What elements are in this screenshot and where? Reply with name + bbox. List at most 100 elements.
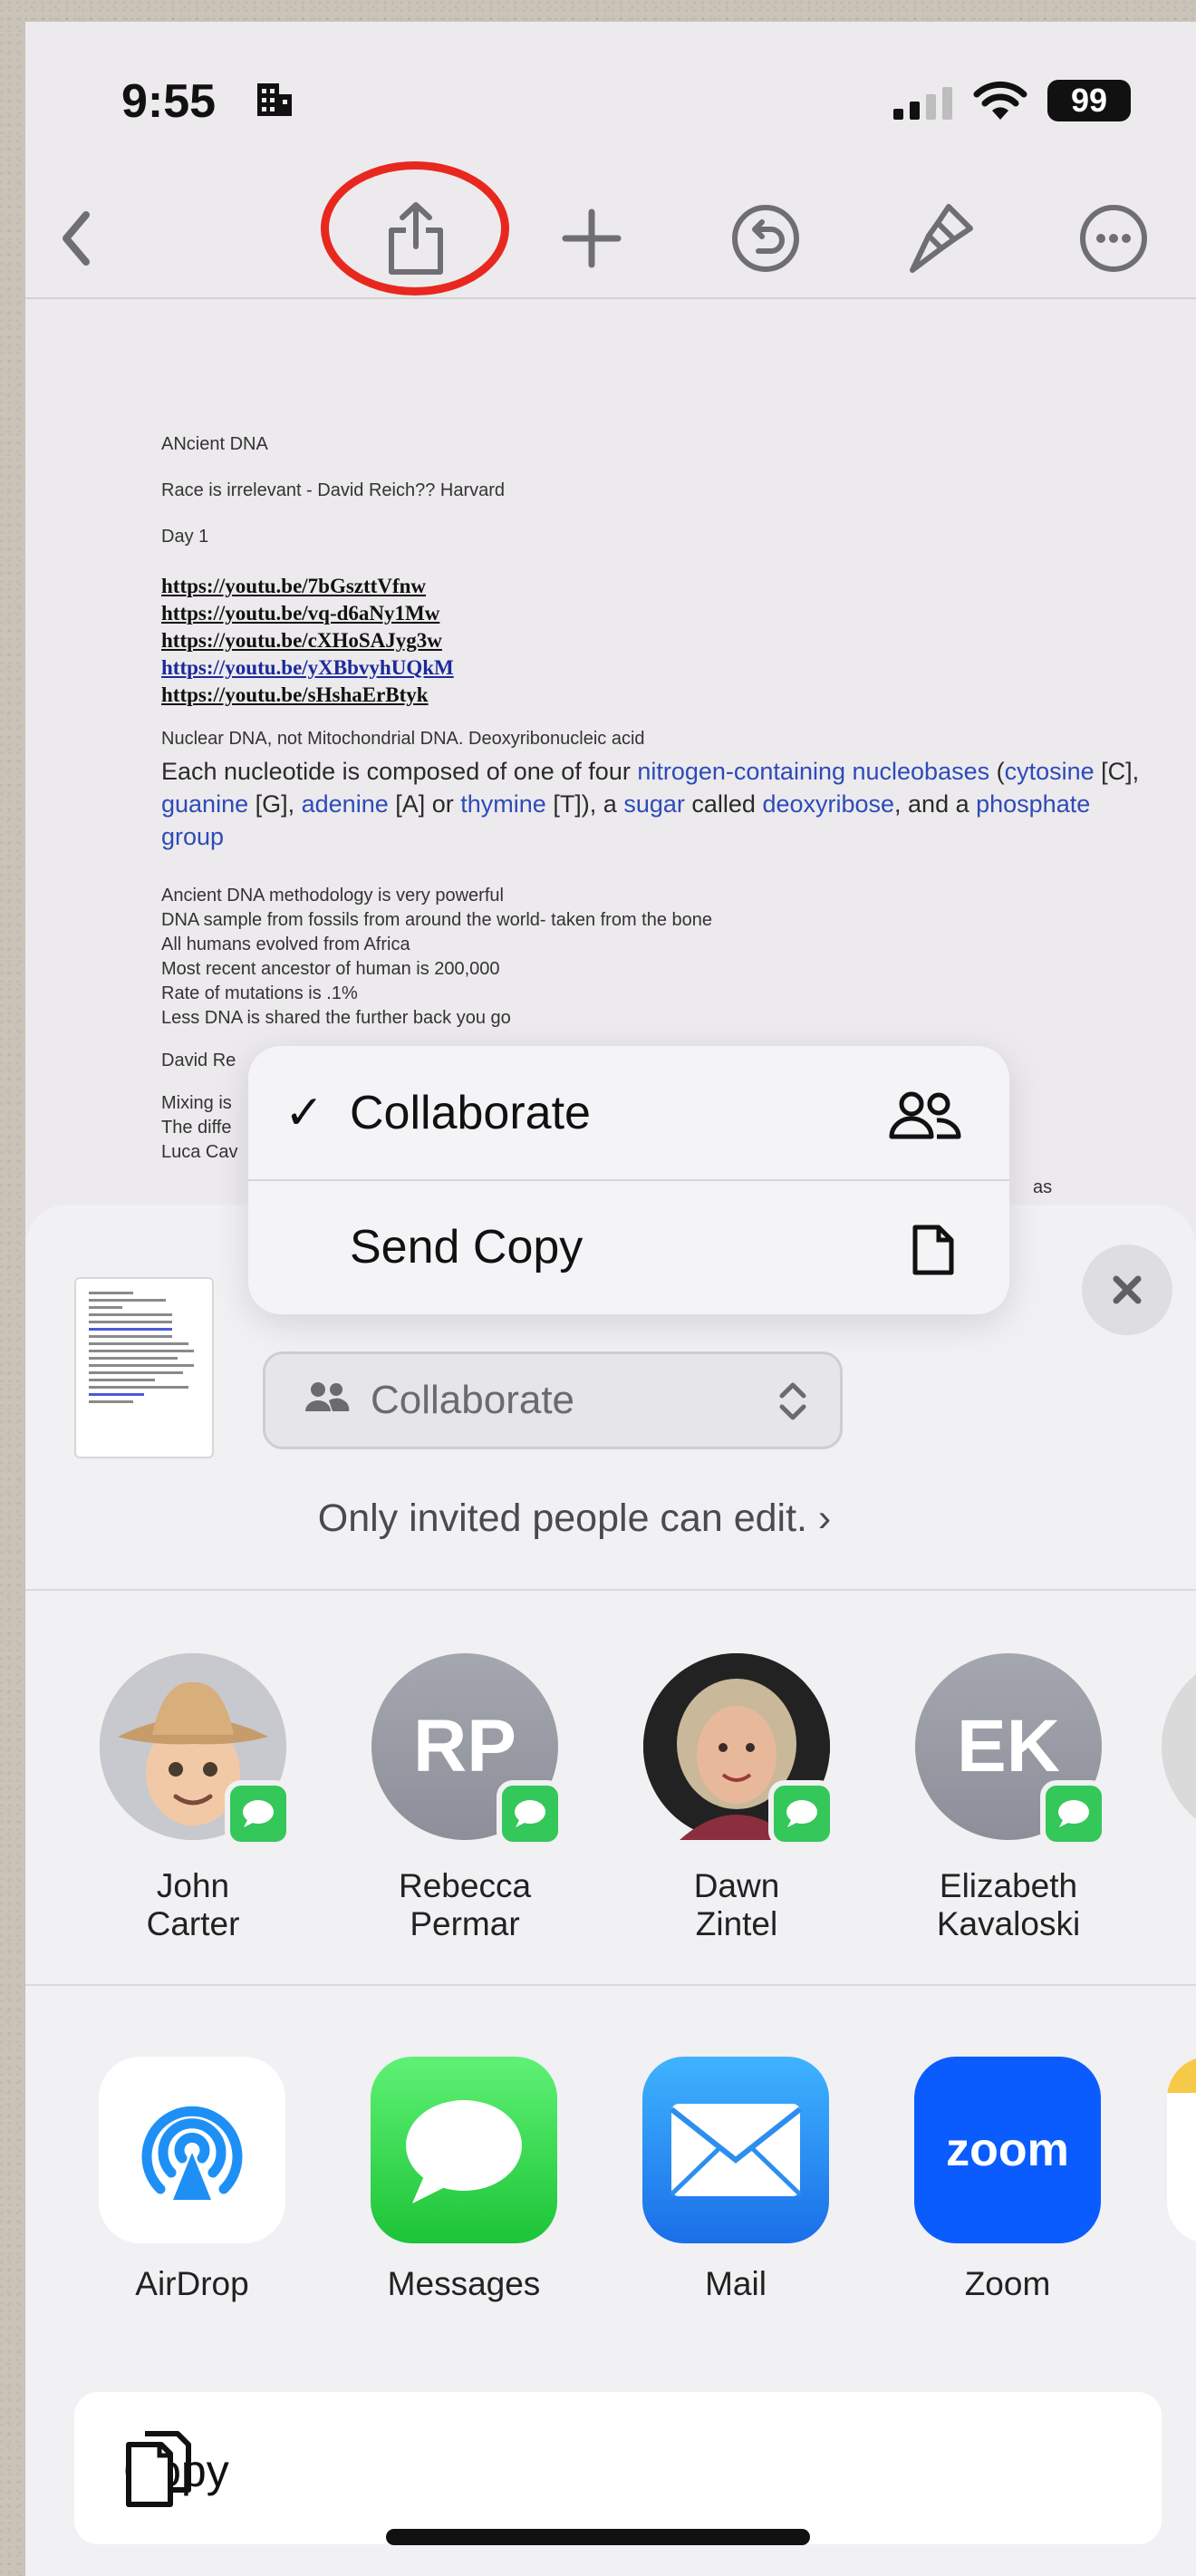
- text-run: , and a: [894, 790, 977, 818]
- list-item: Ancient DNA methodology is very powerful: [161, 886, 504, 905]
- people-icon: [886, 1089, 962, 1152]
- avatar-initials: RP: [413, 1705, 516, 1787]
- doc-link[interactable]: https://youtu.be/vq-d6aNy1Mw: [161, 600, 1158, 627]
- person-name: Elizabeth Kavaloski: [936, 1867, 1081, 1942]
- text-run: (: [989, 758, 1005, 785]
- menu-item-collaborate[interactable]: ✓ Collaborate: [248, 1046, 1009, 1180]
- battery-indicator: 99: [1047, 80, 1131, 121]
- paintbrush-icon: [910, 204, 973, 273]
- doc-paragraph: Each nucleotide is composed of one of fo…: [161, 755, 1158, 853]
- text-run: [A] or: [388, 790, 461, 818]
- document-icon: [911, 1224, 955, 1288]
- plus-icon: [562, 208, 622, 268]
- cellular-signal-icon: [893, 87, 957, 124]
- checkmark-icon: ✓: [285, 1087, 324, 1139]
- list-item: Less DNA is shared the further back you …: [161, 1008, 511, 1028]
- add-button[interactable]: [551, 198, 632, 279]
- doc-hyperlink[interactable]: cytosine: [1005, 758, 1095, 785]
- app-label: AirDrop: [135, 2265, 249, 2302]
- back-button[interactable]: [36, 198, 118, 279]
- text-run: Each nucleotide is composed of one of fo…: [161, 758, 638, 785]
- app-zoom[interactable]: zoom Zoom: [899, 2057, 1116, 2303]
- person-john-carter[interactable]: John Carter: [89, 1653, 297, 1943]
- close-icon: [1113, 1275, 1142, 1304]
- doc-fragment: as: [1033, 1177, 1053, 1197]
- app-label: Messages: [387, 2265, 541, 2302]
- doc-hyperlink[interactable]: guanine: [161, 790, 248, 818]
- doc-link[interactable]: https://youtu.be/7bGszttVfnw: [161, 573, 1158, 600]
- person-partial-avatar[interactable]: [1162, 1653, 1196, 1840]
- divider: [25, 1984, 1196, 1986]
- zoom-icon: zoom: [914, 2057, 1101, 2243]
- menu-item-send-copy[interactable]: Send Copy: [248, 1180, 1009, 1314]
- close-button[interactable]: [1082, 1244, 1172, 1335]
- building-icon: [256, 82, 295, 122]
- mail-icon: [642, 2057, 829, 2243]
- list-item: All humans evolved from Africa: [161, 935, 410, 954]
- menu-item-label: Send Copy: [350, 1221, 584, 1273]
- avatar: [643, 1653, 835, 1847]
- people-icon: [304, 1378, 351, 1423]
- text-run: [G],: [248, 790, 302, 818]
- annotation-circle: [321, 161, 509, 295]
- toolbar-divider: [25, 297, 1196, 299]
- person-elizabeth-kavaloski[interactable]: EK Elizabeth Kavaloski: [904, 1653, 1113, 1943]
- list-item: Rate of mutations is .1%: [161, 983, 358, 1003]
- text-run: [C],: [1094, 758, 1140, 785]
- doc-hyperlink[interactable]: sugar: [623, 790, 685, 818]
- doc-link[interactable]: https://youtu.be/cXHoSAJyg3w: [161, 627, 1158, 654]
- avatar: RP: [371, 1653, 564, 1847]
- doc-line: Day 1: [161, 527, 209, 547]
- messages-badge-icon: [1040, 1780, 1107, 1847]
- avatar-initials: EK: [957, 1705, 1060, 1787]
- doc-link[interactable]: https://youtu.be/yXBbvyhUQkM: [161, 654, 1158, 682]
- collaborate-menu: ✓ Collaborate Send Copy: [248, 1046, 1009, 1314]
- doc-line: Race is irrelevant - David Reich?? Harva…: [161, 480, 506, 500]
- doc-title: ANcient DNA: [161, 434, 268, 454]
- undo-history-button[interactable]: [725, 198, 806, 279]
- app-partial-notes[interactable]: [1167, 2057, 1196, 2243]
- doc-hyperlink[interactable]: nitrogen-containing nucleobases: [637, 758, 989, 785]
- app-airdrop[interactable]: AirDrop: [83, 2057, 301, 2303]
- avatar: EK: [915, 1653, 1107, 1847]
- collaborate-mode-select[interactable]: Collaborate: [263, 1351, 843, 1449]
- copy-action[interactable]: Copy: [74, 2392, 1162, 2544]
- doc-hyperlink[interactable]: deoxyribose: [762, 790, 894, 818]
- app-label: Zoom: [964, 2265, 1051, 2302]
- list-item: DNA sample from fossils from around the …: [161, 910, 713, 930]
- doc-link[interactable]: https://youtu.be/sHshaErBtyk: [161, 682, 1158, 709]
- status-bar: 9:55 99: [25, 22, 1196, 176]
- zoom-wordmark: zoom: [946, 2124, 1069, 2176]
- avatar: [100, 1653, 292, 1847]
- chevron-up-down-icon: [776, 1378, 809, 1435]
- format-button[interactable]: [901, 198, 982, 279]
- menu-item-label: Collaborate: [350, 1087, 591, 1139]
- app-label: Mail: [705, 2265, 767, 2302]
- person-rebecca-permar[interactable]: RP Rebecca Permar: [361, 1653, 569, 1943]
- app-messages[interactable]: Messages: [355, 2057, 573, 2303]
- doc-line: Nuclear DNA, not Mitochondrial DNA. Deox…: [161, 729, 645, 749]
- more-button[interactable]: [1073, 198, 1154, 279]
- list-item: Most recent ancestor of human is 200,000: [161, 959, 500, 979]
- ellipsis-circle-icon: [1080, 205, 1147, 272]
- status-time: 9:55: [121, 75, 217, 128]
- document-toolbar: [25, 176, 1196, 294]
- app-mail[interactable]: Mail: [627, 2057, 844, 2303]
- doc-hyperlink[interactable]: thymine: [460, 790, 546, 818]
- person-dawn-zintel[interactable]: Dawn Zintel: [632, 1653, 841, 1943]
- share-sheet: Collaborate Only invited people can edit…: [25, 1205, 1196, 2576]
- person-name: Rebecca Permar: [398, 1867, 532, 1942]
- messages-badge-icon: [225, 1780, 292, 1847]
- messages-badge-icon: [768, 1780, 835, 1847]
- chevron-left-icon: [63, 211, 90, 266]
- permissions-link[interactable]: Only invited people can edit. ›: [25, 1496, 1196, 1541]
- doc-hyperlink[interactable]: adenine: [302, 790, 389, 818]
- collaborate-mode-label: Collaborate: [371, 1378, 575, 1422]
- messages-badge-icon: [497, 1780, 564, 1847]
- document-thumbnail: [74, 1277, 214, 1458]
- wifi-icon: [972, 80, 1028, 128]
- phone-screen: 9:55 99 ANcient DNA Race is irrelevant -…: [25, 22, 1196, 2576]
- doc-links: https://youtu.be/7bGszttVfnw https://you…: [161, 573, 1158, 709]
- text-run: [T]), a: [545, 790, 624, 818]
- airdrop-icon: [99, 2057, 285, 2243]
